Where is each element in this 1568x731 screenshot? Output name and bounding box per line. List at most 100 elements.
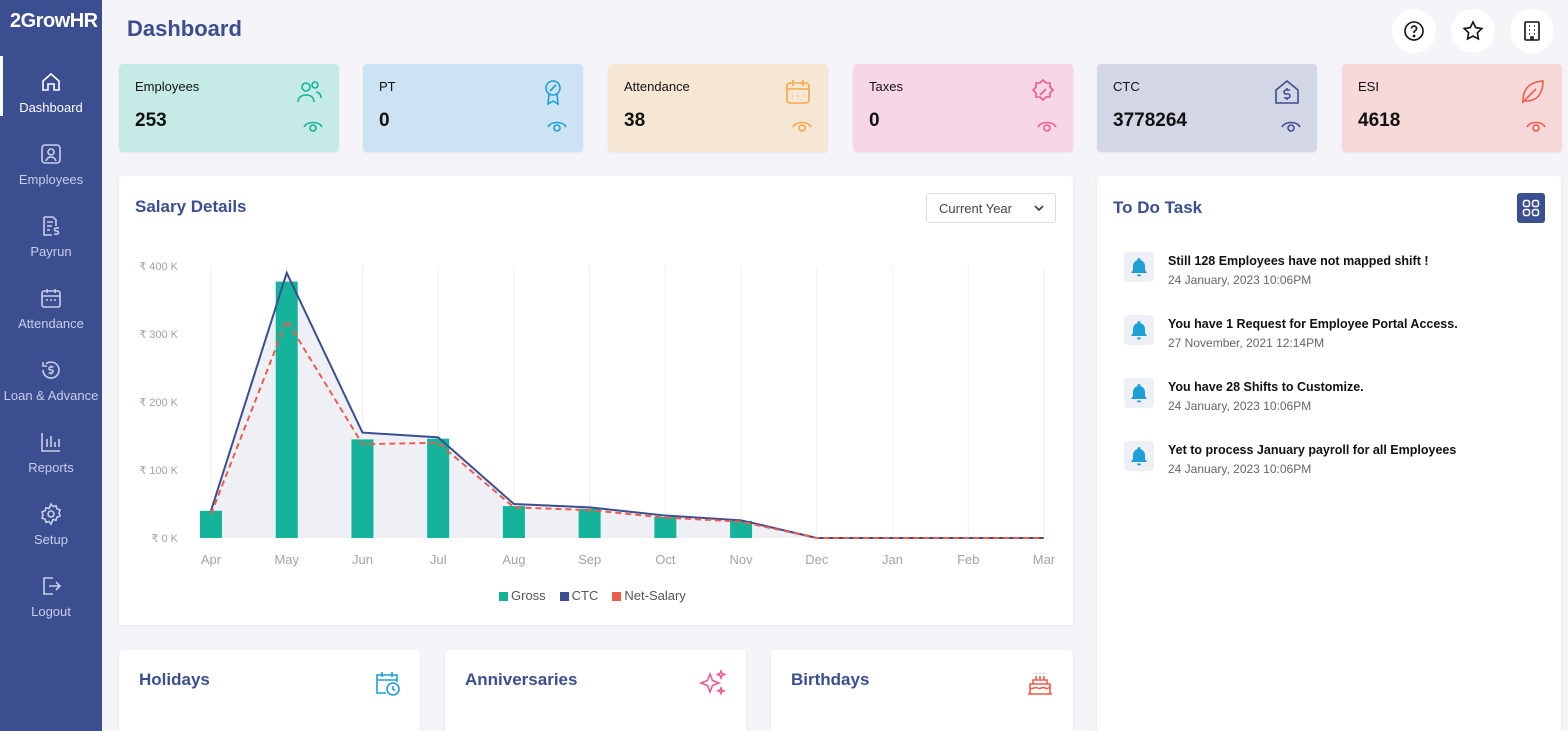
view-eye-icon[interactable] <box>1037 118 1057 134</box>
holidays-card[interactable]: Holidays <box>119 650 420 731</box>
bar-gross-jul <box>427 438 450 538</box>
x-tick-label: Mar <box>1033 552 1056 567</box>
legend-label: CTC <box>571 588 599 603</box>
gear-icon <box>41 501 61 526</box>
calendar-clock-icon <box>376 672 400 696</box>
sidebar-item-label: Reports <box>28 459 74 475</box>
sidebar-item-loan-advance[interactable]: Loan & Advance <box>0 344 102 416</box>
app-logo[interactable]: 2GrowHR <box>10 10 98 33</box>
leaf-icon <box>1521 80 1544 104</box>
bell-icon <box>1131 258 1147 277</box>
birthdays-title: Birthdays <box>791 670 870 689</box>
holidays-title: Holidays <box>139 670 210 689</box>
loan-icon <box>42 360 60 379</box>
task-text: You have 1 Request for Employee Portal A… <box>1168 317 1458 331</box>
calendar-icon <box>41 288 61 308</box>
sidebar-item-attendance[interactable]: Attendance <box>0 272 102 344</box>
home-icon <box>42 72 60 91</box>
sidebar-item-setup[interactable]: Setup <box>0 488 102 560</box>
task-time: 24 January, 2023 10:06PM <box>1168 462 1312 476</box>
salary-chart: ₹ 0 K ₹ 100 K ₹ 200 K ₹ 300 K ₹ 400 K Apr May J… <box>139 261 1056 567</box>
bar-gross-apr <box>200 510 222 538</box>
x-tick-label: Sep <box>578 552 601 567</box>
user-icon <box>41 143 61 164</box>
calendar-icon <box>786 80 810 104</box>
sidebar-item-payrun[interactable]: Payrun <box>0 200 102 272</box>
todo-task-item[interactable]: Still 128 Employees have not mapped shif… <box>1124 252 1429 287</box>
sidebar-item-employees[interactable]: Employees <box>0 128 102 200</box>
sidebar: 2GrowHR Dashboard Employees Payrun Atten… <box>0 0 102 731</box>
task-text: Yet to process January payroll for all E… <box>1168 443 1457 457</box>
company-button[interactable] <box>1510 9 1554 53</box>
view-eye-icon[interactable] <box>303 118 323 134</box>
y-tick-label: ₹ 300 K <box>139 329 178 341</box>
todo-task-item[interactable]: Yet to process January payroll for all E… <box>1124 441 1456 476</box>
legend-label: Net-Salary <box>624 588 686 603</box>
discount-icon <box>1031 78 1055 102</box>
x-tick-label: Aug <box>502 552 525 567</box>
sidebar-item-label: Logout <box>31 603 71 619</box>
grid-icon <box>1522 199 1540 217</box>
stat-value: 0 <box>379 110 390 131</box>
anniversaries-title: Anniversaries <box>465 670 578 689</box>
help-button[interactable] <box>1392 9 1436 53</box>
x-tick-label: Apr <box>201 552 222 567</box>
y-tick-label: ₹ 400 K <box>139 261 178 273</box>
payrun-icon <box>43 215 60 236</box>
dollar-house-icon <box>1275 79 1299 104</box>
legend-item-ctc[interactable]: CTC <box>559 588 599 603</box>
x-tick-label: Dec <box>805 552 829 567</box>
view-eye-icon[interactable] <box>1526 118 1546 134</box>
stat-value: 253 <box>135 110 167 131</box>
bar-gross-aug <box>502 506 525 538</box>
task-time: 27 November, 2021 12:14PM <box>1168 336 1325 350</box>
ctc-area <box>211 272 1044 538</box>
favorites-button[interactable] <box>1451 9 1495 53</box>
todo-task-item[interactable]: You have 28 Shifts to Customize. 24 Janua… <box>1124 378 1364 413</box>
bar-gross-jun <box>351 439 374 538</box>
x-tick-label: Jan <box>882 552 903 567</box>
sparkle-icon <box>698 668 727 696</box>
x-tick-label: Jun <box>352 552 373 567</box>
sidebar-item-label: Employees <box>18 171 84 187</box>
stat-card-esi: ESI 4618 <box>1342 64 1562 152</box>
view-eye-icon[interactable] <box>547 118 567 134</box>
todo-card: To Do Task Still 128 Employees have not … <box>1097 176 1561 731</box>
sidebar-item-dashboard[interactable]: Dashboard <box>0 56 102 128</box>
stat-card-employees: Employees 253 <box>119 64 339 152</box>
bell-icon <box>1131 384 1147 403</box>
task-text: You have 28 Shifts to Customize. <box>1168 380 1364 394</box>
award-icon <box>545 80 561 106</box>
stat-value: 3778264 <box>1113 110 1187 131</box>
x-tick-label: May <box>274 552 299 567</box>
users-icon <box>297 81 322 103</box>
birthdays-card[interactable]: Birthdays <box>771 650 1073 731</box>
legend-item-gross[interactable]: Gross <box>499 588 546 603</box>
logout-icon <box>43 576 62 595</box>
sidebar-item-reports[interactable]: Reports <box>0 416 102 488</box>
stat-card-ctc: CTC 3778264 <box>1097 64 1317 152</box>
task-time: 24 January, 2023 10:06PM <box>1168 273 1312 287</box>
sidebar-item-logout[interactable]: Logout <box>0 560 102 632</box>
task-text: Still 128 Employees have not mapped shif… <box>1168 254 1429 268</box>
building-icon <box>1524 21 1540 41</box>
bell-icon <box>1131 447 1147 466</box>
notification-bell <box>1124 252 1154 282</box>
sidebar-nav: Dashboard Employees Payrun Attendance Lo… <box>0 56 102 632</box>
help-icon <box>1404 21 1424 41</box>
view-eye-icon[interactable] <box>792 118 812 134</box>
x-tick-label: Oct <box>655 552 676 567</box>
sidebar-item-label: Attendance <box>18 315 84 331</box>
todo-grid-button[interactable] <box>1517 193 1545 223</box>
salary-details-card: Salary Details Current Year ₹ 0 K ₹ 100 K… <box>119 176 1073 625</box>
legend-item-net-salary[interactable]: Net-Salary <box>612 588 686 603</box>
todo-task-item[interactable]: You have 1 Request for Employee Portal A… <box>1124 315 1458 350</box>
stat-value: 38 <box>624 110 646 131</box>
x-tick-label: Nov <box>730 552 754 567</box>
stat-card-attendance: Attendance 38 <box>608 64 828 152</box>
anniversaries-card[interactable]: Anniversaries <box>445 650 746 731</box>
notification-bell <box>1124 441 1154 471</box>
bar-gross-may <box>275 281 298 538</box>
view-eye-icon[interactable] <box>1281 118 1301 134</box>
notification-bell <box>1124 378 1154 408</box>
